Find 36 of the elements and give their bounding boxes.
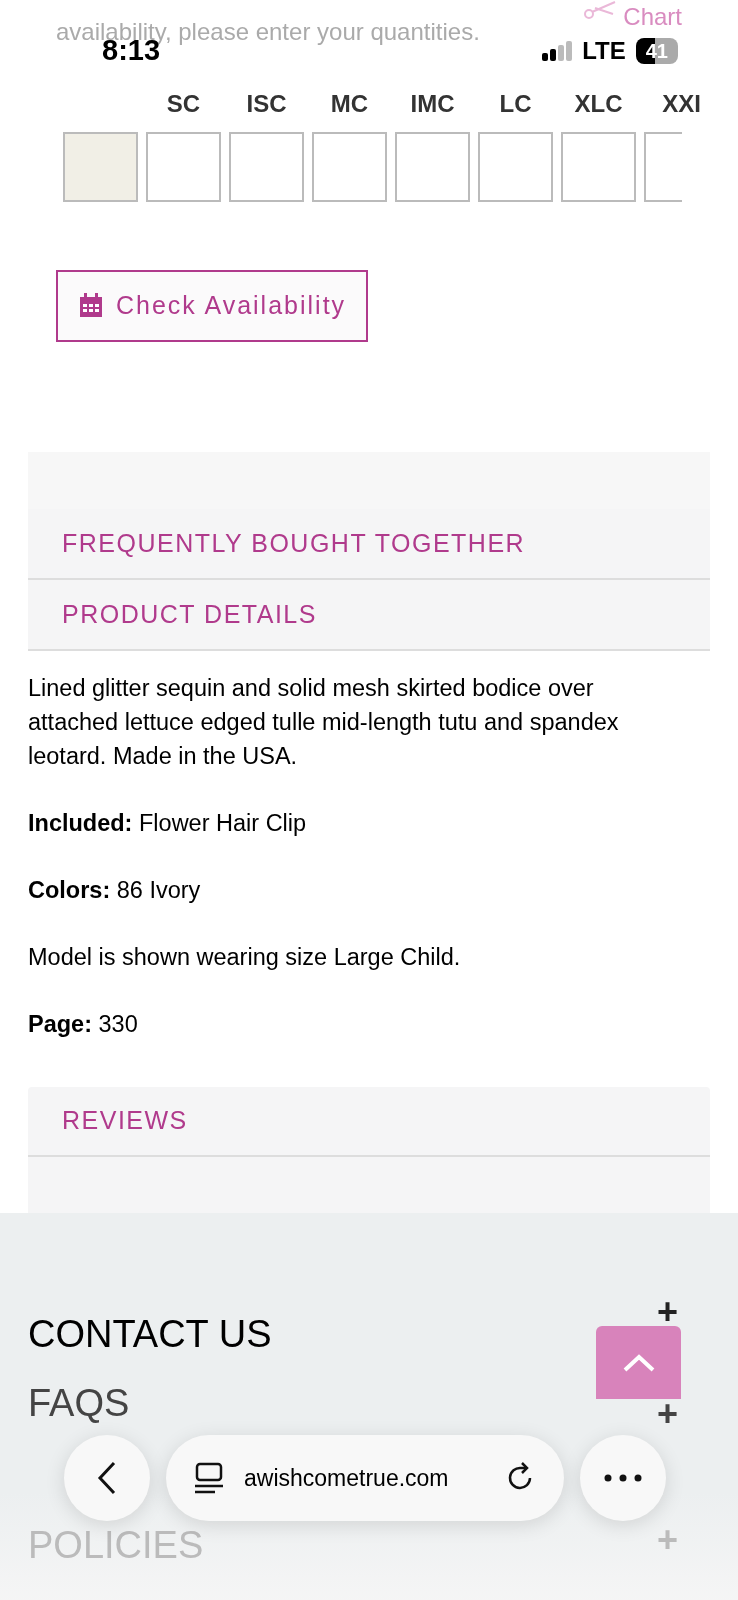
accordion-header[interactable]: FREQUENTLY BOUGHT TOGETHER [28, 509, 710, 580]
url-text: awishcometrue.com [244, 1463, 450, 1493]
accordion-header[interactable]: PRODUCT DETAILS [28, 580, 710, 651]
size-label: ISC [246, 89, 287, 119]
network-label: LTE [582, 38, 626, 63]
quantity-field[interactable] [561, 132, 636, 202]
size-label: XXI [662, 89, 701, 119]
detail-paragraph: Lined glitter sequin and solid mesh skirted bodice over attached lettuce edged tulle mid-length tutu and spandex leotard. Made in the USA. [28, 674, 620, 771]
back-to-top-button[interactable] [596, 1326, 681, 1399]
footer-section-title[interactable]: CONTACT US [28, 1312, 272, 1356]
more-icon [604, 1474, 642, 1482]
address-bar[interactable]: awishcometrue.com [166, 1435, 564, 1521]
quantity-field[interactable] [395, 132, 470, 202]
size-label: IMC [410, 89, 455, 119]
check-availability-button[interactable]: Check Availability [56, 270, 369, 342]
signal-icon [542, 40, 573, 61]
chevron-left-icon [97, 1461, 117, 1495]
size-label: LC [499, 89, 532, 119]
scissors-icon [583, 0, 618, 20]
quantity-field[interactable] [229, 132, 304, 202]
quantity-field[interactable] [478, 132, 553, 202]
quantity-field[interactable] [312, 132, 387, 202]
size-label: MC [330, 89, 369, 119]
detail-paragraph: Page: 330 [28, 1010, 139, 1039]
size-label: SC [166, 89, 201, 119]
expand-icon[interactable]: + [656, 1294, 678, 1330]
detail-paragraph: Model is shown wearing size Large Child. [28, 943, 462, 972]
page-menu-icon[interactable] [194, 1462, 224, 1494]
footer-section-title[interactable]: FAQS [28, 1381, 130, 1425]
detail-paragraph: Included: Flower Hair Clip [28, 809, 308, 838]
calendar-icon [78, 293, 104, 319]
expand-icon[interactable]: + [656, 1396, 678, 1432]
quantity-field[interactable] [146, 132, 221, 202]
chevron-up-icon [621, 1352, 656, 1373]
size-label: XLC [574, 89, 623, 119]
detail-paragraph: Colors: 86 Ivory [28, 876, 202, 905]
